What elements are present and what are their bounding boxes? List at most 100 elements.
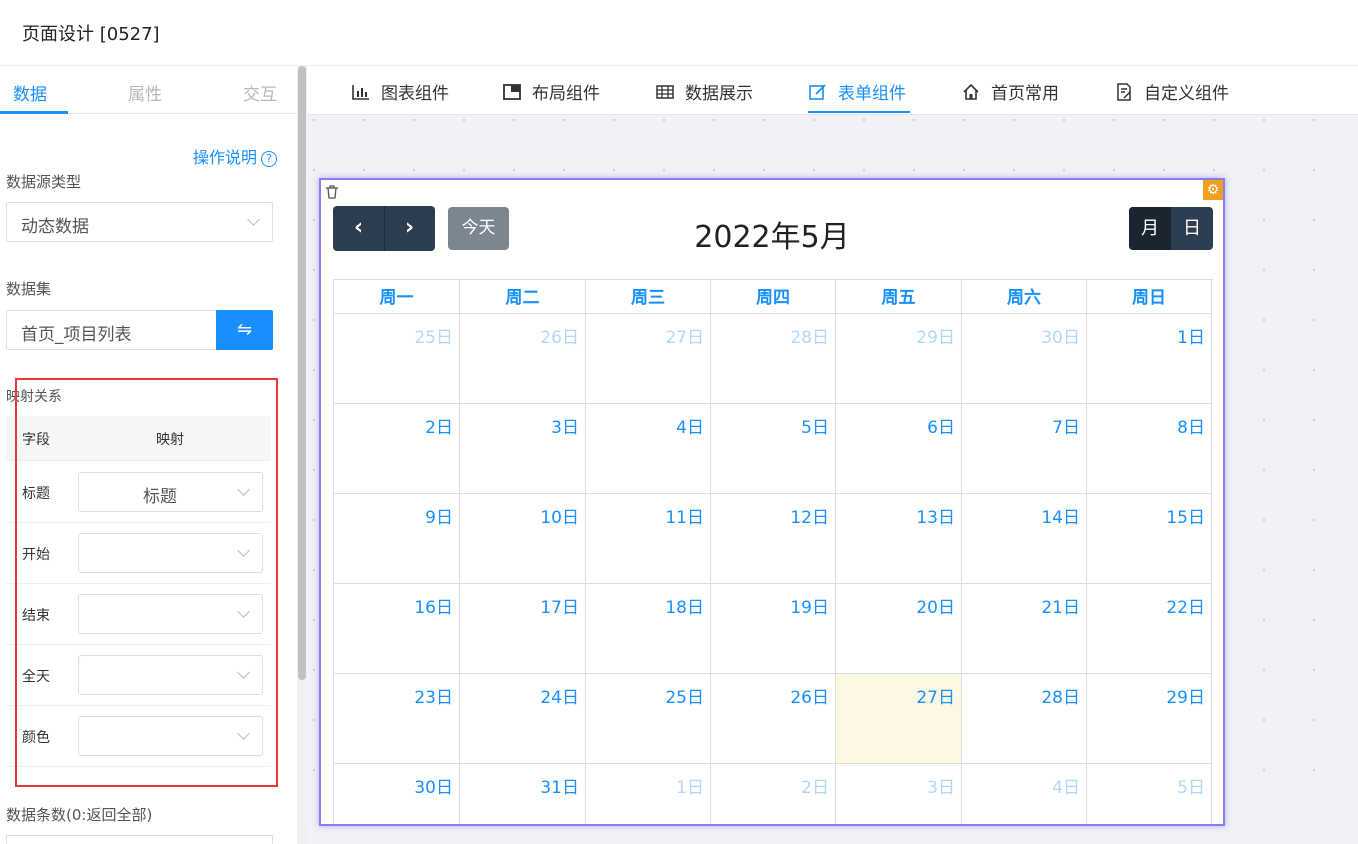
datasource-type-value: 动态数据 [21, 217, 89, 237]
view-switch: 月 日 [1129, 207, 1213, 250]
main-area: 图表组件 布局组件 数据展示 表单组件 首页常用 自定义组件 ⚙ ‹ › 今天 [307, 66, 1358, 844]
calendar-day[interactable]: 16日 [334, 584, 460, 674]
day-number: 1日 [676, 778, 704, 798]
tab-label: 首页常用 [991, 84, 1059, 104]
datasource-type-select[interactable]: 动态数据 [6, 202, 273, 242]
calendar-day[interactable]: 14日 [962, 494, 1087, 584]
calendar-day[interactable]: 25日 [586, 674, 711, 764]
day-view-button[interactable]: 日 [1171, 207, 1213, 250]
calendar-day[interactable]: 3日 [460, 404, 586, 494]
active-tab-indicator [808, 111, 910, 113]
calendar-day[interactable]: 21日 [962, 584, 1087, 674]
calendar-day[interactable]: 4日 [962, 764, 1087, 824]
calendar-day[interactable]: 20日 [836, 584, 962, 674]
calendar-day[interactable]: 25日 [334, 314, 460, 404]
mapping-highlight-box [15, 378, 278, 787]
weekday-header: 周六 [962, 280, 1087, 314]
weekday-header: 周日 [1087, 280, 1212, 314]
calendar-day[interactable]: 5日 [711, 404, 836, 494]
help-link-label: 操作说明 [193, 148, 258, 167]
calendar-day[interactable]: 17日 [460, 584, 586, 674]
day-number: 25日 [414, 328, 453, 348]
tab-chart-components[interactable]: 图表组件 [351, 79, 449, 104]
day-number: 20日 [916, 598, 955, 618]
day-number: 26日 [790, 688, 829, 708]
day-number: 30日 [414, 778, 453, 798]
calendar-day[interactable]: 23日 [334, 674, 460, 764]
tab-custom-components[interactable]: 自定义组件 [1114, 79, 1229, 104]
day-number: 25日 [665, 688, 704, 708]
calendar-day[interactable]: 8日 [1087, 404, 1212, 494]
calendar-day[interactable]: 18日 [586, 584, 711, 674]
tab-label: 数据展示 [685, 84, 753, 104]
gear-icon[interactable]: ⚙ [1203, 180, 1223, 200]
day-number: 17日 [540, 598, 579, 618]
calendar-day[interactable]: 11日 [586, 494, 711, 584]
calendar-day[interactable]: 24日 [460, 674, 586, 764]
calendar-day[interactable]: 2日 [334, 404, 460, 494]
help-link[interactable]: 操作说明? [193, 144, 278, 168]
datasource-type-label: 数据源类型 [6, 173, 82, 191]
calendar-day[interactable]: 1日 [1087, 314, 1212, 404]
calendar-day[interactable]: 31日 [460, 764, 586, 824]
calendar-component[interactable]: ⚙ ‹ › 今天 2022年5月 月 日 周一 周二 周三 周四 周五 周六 周日 25日 26… [319, 178, 1225, 826]
scrollbar-thumb[interactable] [298, 66, 306, 680]
dataset-switch-button[interactable]: ⇋ [216, 310, 273, 350]
component-tabs: 图表组件 布局组件 数据展示 表单组件 首页常用 自定义组件 [307, 66, 1358, 115]
calendar-day[interactable]: 15日 [1087, 494, 1212, 584]
calendar-day[interactable]: 26日 [711, 674, 836, 764]
calendar-day[interactable]: 12日 [711, 494, 836, 584]
tab-interaction[interactable]: 交互 [243, 80, 277, 105]
edit-icon [809, 84, 826, 100]
day-number: 3日 [551, 418, 579, 438]
dataset-input[interactable]: 首页_项目列表 [6, 310, 217, 350]
calendar-day[interactable]: 1日 [586, 764, 711, 824]
calendar-day[interactable]: 29日 [836, 314, 962, 404]
day-number: 29日 [916, 328, 955, 348]
left-panel-scrollbar[interactable] [297, 66, 307, 844]
calendar-day[interactable]: 2日 [711, 764, 836, 824]
calendar-day[interactable]: 5日 [1087, 764, 1212, 824]
calendar-day[interactable]: 29日 [1087, 674, 1212, 764]
tab-form-components[interactable]: 表单组件 [808, 79, 906, 104]
tab-data[interactable]: 数据 [13, 80, 47, 105]
calendar-day[interactable]: 19日 [711, 584, 836, 674]
top-bar: 页面设计 [0527] [0, 0, 1358, 66]
month-view-button[interactable]: 月 [1129, 207, 1171, 250]
calendar-day[interactable]: 22日 [1087, 584, 1212, 674]
day-number: 29日 [1166, 688, 1205, 708]
calendar-day[interactable]: 28日 [711, 314, 836, 404]
day-number: 4日 [1052, 778, 1080, 798]
day-number: 4日 [676, 418, 704, 438]
data-count-input[interactable] [6, 835, 273, 844]
calendar-title: 2022年5月 [694, 220, 850, 255]
trash-icon[interactable] [325, 185, 339, 199]
calendar-day[interactable]: 27日 [586, 314, 711, 404]
calendar-day[interactable]: 28日 [962, 674, 1087, 764]
calendar-day[interactable]: 13日 [836, 494, 962, 584]
tab-data-display[interactable]: 数据展示 [655, 79, 753, 104]
calendar-day[interactable]: 4日 [586, 404, 711, 494]
active-tab-indicator [0, 111, 68, 114]
home-icon [963, 83, 979, 100]
weekday-header: 周一 [334, 280, 460, 314]
tab-home-common[interactable]: 首页常用 [961, 79, 1059, 104]
design-canvas[interactable]: ⚙ ‹ › 今天 2022年5月 月 日 周一 周二 周三 周四 周五 周六 周日 25日 26… [307, 115, 1358, 826]
weekday-header: 周五 [836, 280, 962, 314]
day-number: 22日 [1166, 598, 1205, 618]
tab-properties[interactable]: 属性 [128, 80, 162, 105]
calendar-day[interactable]: 9日 [334, 494, 460, 584]
calendar-day[interactable]: 30日 [962, 314, 1087, 404]
calendar-day[interactable]: 3日 [836, 764, 962, 824]
calendar-day-today[interactable]: 27日 [836, 674, 962, 764]
day-number: 21日 [1041, 598, 1080, 618]
left-tabs: 数据 属性 交互 [0, 66, 297, 114]
tab-label: 表单组件 [838, 84, 906, 104]
tab-layout-components[interactable]: 布局组件 [502, 79, 600, 104]
calendar-day[interactable]: 26日 [460, 314, 586, 404]
calendar-day[interactable]: 30日 [334, 764, 460, 824]
calendar-day[interactable]: 7日 [962, 404, 1087, 494]
calendar-day[interactable]: 10日 [460, 494, 586, 584]
calendar-day[interactable]: 6日 [836, 404, 962, 494]
day-number: 12日 [790, 508, 829, 528]
